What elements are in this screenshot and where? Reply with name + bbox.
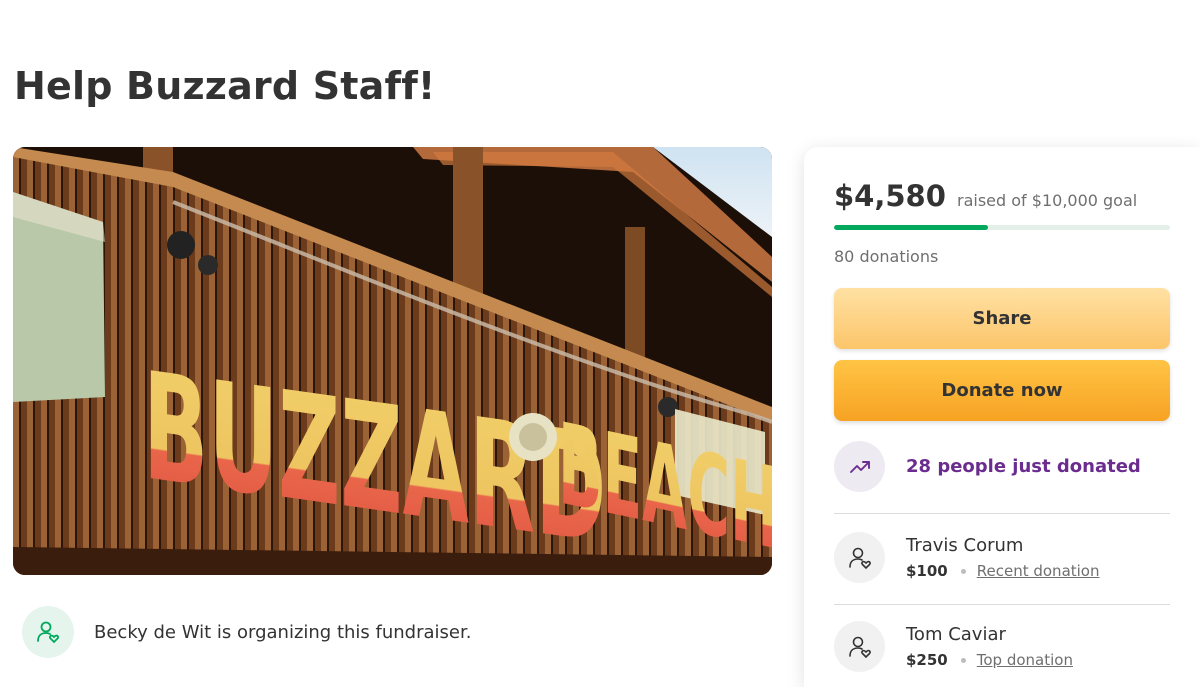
recent-donation-link[interactable]: Recent donation <box>977 562 1100 580</box>
donor-amount: $100 <box>906 562 948 580</box>
donor-name: Travis Corum <box>906 535 1024 556</box>
campaign-hero-image: BUZZARD BEACH <box>13 147 772 575</box>
separator-dot <box>960 568 966 574</box>
progress-bar <box>834 225 1170 230</box>
recent-activity: 28 people just donated <box>834 441 1141 492</box>
divider <box>834 604 1170 605</box>
person-heart-icon <box>834 532 885 583</box>
donor-item: Travis Corum $100 Recent donation <box>834 532 1100 583</box>
goal-text: raised of $10,000 goal <box>957 191 1138 210</box>
trending-up-icon <box>834 441 885 492</box>
raised-amount: $4,580 <box>834 179 946 213</box>
organizer-row: Becky de Wit is organizing this fundrais… <box>22 606 471 658</box>
page-title: Help Buzzard Staff! <box>14 64 436 108</box>
progress-fill <box>834 225 988 230</box>
person-heart-icon <box>834 621 885 672</box>
divider <box>834 513 1170 514</box>
donation-count: 80 donations <box>834 247 939 266</box>
donor-amount: $250 <box>906 651 948 669</box>
donation-card: $4,580 raised of $10,000 goal 80 donatio… <box>804 147 1200 687</box>
share-button[interactable]: Share <box>834 288 1170 349</box>
person-heart-icon <box>22 606 74 658</box>
separator-dot <box>960 657 966 663</box>
people-donated-text: 28 people just donated <box>906 456 1141 477</box>
donate-now-button[interactable]: Donate now <box>834 360 1170 421</box>
raised-summary: $4,580 raised of $10,000 goal <box>834 179 1137 213</box>
organizer-text: Becky de Wit is organizing this fundrais… <box>94 621 472 643</box>
donor-name: Tom Caviar <box>906 624 1006 645</box>
top-donation-link[interactable]: Top donation <box>977 651 1073 669</box>
donor-item: Tom Caviar $250 Top donation <box>834 621 1073 672</box>
